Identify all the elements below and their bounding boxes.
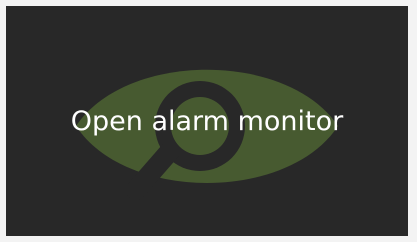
tile-label: Open alarm monitor: [70, 105, 344, 137]
page-background: Open alarm monitor: [0, 0, 417, 242]
open-alarm-monitor-button[interactable]: Open alarm monitor: [6, 6, 408, 236]
